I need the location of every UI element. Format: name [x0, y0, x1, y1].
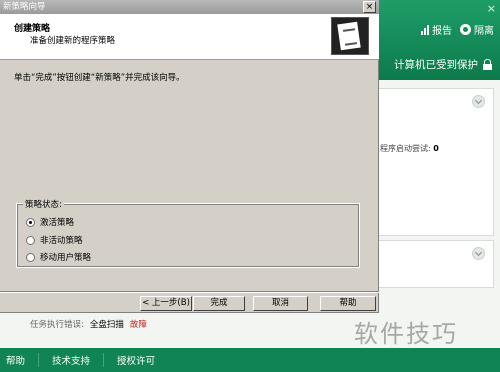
- license-link[interactable]: 授权许可: [117, 353, 155, 367]
- collapse-panel-icon[interactable]: [472, 95, 485, 108]
- finish-button[interactable]: 完成: [193, 296, 245, 311]
- app-footer: 帮助 技术支持 授权许可: [0, 348, 500, 372]
- quarantine-label: 隔离: [474, 26, 494, 37]
- reports-label: 报告: [432, 26, 452, 37]
- radiation-icon: [460, 24, 471, 35]
- cancel-button[interactable]: 取消: [253, 296, 308, 311]
- app-toolbar: 报告 隔离: [421, 22, 494, 37]
- status-panel: [372, 88, 494, 236]
- help-link[interactable]: 帮助: [6, 353, 25, 367]
- wizard-instruction: 单击“完成”按钮创建“新策略”并完成该向导。: [14, 73, 185, 83]
- program-start-attempts: 程序启动尝试: 0: [380, 143, 439, 154]
- wizard-close-button[interactable]: ×: [363, 1, 376, 13]
- task-name[interactable]: 全盘扫描: [90, 318, 124, 330]
- quarantine-button[interactable]: 隔离: [460, 22, 494, 37]
- radio-active-policy[interactable]: 激活策略: [26, 216, 74, 228]
- document-icon: [331, 17, 369, 55]
- wizard-step-subtitle: 准备创建新的程序策略: [30, 36, 116, 46]
- wizard-header: 创建策略 准备创建新的程序策略: [0, 14, 379, 60]
- expand-panel-icon[interactable]: [472, 247, 485, 260]
- radio-button-icon[interactable]: [26, 235, 35, 245]
- radio-label: 激活策略: [40, 218, 75, 228]
- back-button[interactable]: < 上一步(B): [140, 296, 192, 311]
- bar-chart-icon: [421, 24, 429, 35]
- policy-state-group: 策略状态: 激活策略 非活动策略 移动用户策略: [16, 198, 360, 268]
- button-divider: [0, 291, 379, 293]
- wizard-titlebar[interactable]: 新策略向导 ×: [0, 0, 379, 14]
- radio-mobile-user-policy[interactable]: 移动用户策略: [26, 251, 91, 263]
- radio-inactive-policy[interactable]: 非活动策略: [26, 234, 83, 246]
- task-status-link[interactable]: 故障: [130, 318, 147, 330]
- task-error-row: 任务执行错误: 全盘扫描 故障: [30, 315, 360, 333]
- radio-button-icon[interactable]: [26, 217, 35, 227]
- reports-button[interactable]: 报告: [421, 22, 452, 37]
- app-close-button[interactable]: ×: [487, 2, 496, 15]
- tech-support-link[interactable]: 技术支持: [52, 353, 90, 367]
- protection-status-text: 计算机已受到保护: [394, 59, 478, 71]
- radio-label: 移动用户策略: [40, 253, 92, 263]
- protection-status: 计算机已受到保护: [394, 57, 492, 72]
- new-policy-wizard: 新策略向导 × 创建策略 准备创建新的程序策略 单击“完成”按钮创建“新策略”并…: [0, 0, 379, 313]
- footer-divider: [103, 353, 105, 367]
- radio-label: 非活动策略: [40, 236, 83, 246]
- wizard-title: 新策略向导: [3, 2, 46, 12]
- footer-divider: [38, 353, 40, 367]
- lock-icon: [483, 59, 492, 70]
- radio-button-icon[interactable]: [26, 252, 35, 262]
- policy-state-label: 策略状态:: [23, 198, 64, 210]
- task-error-label: 任务执行错误:: [30, 320, 84, 330]
- attempts-label: 程序启动尝试:: [380, 144, 431, 153]
- wizard-step-title: 创建策略: [14, 24, 51, 34]
- secondary-panel: [372, 240, 494, 288]
- attempts-value: 0: [433, 144, 439, 153]
- help-button[interactable]: 帮助: [320, 296, 376, 311]
